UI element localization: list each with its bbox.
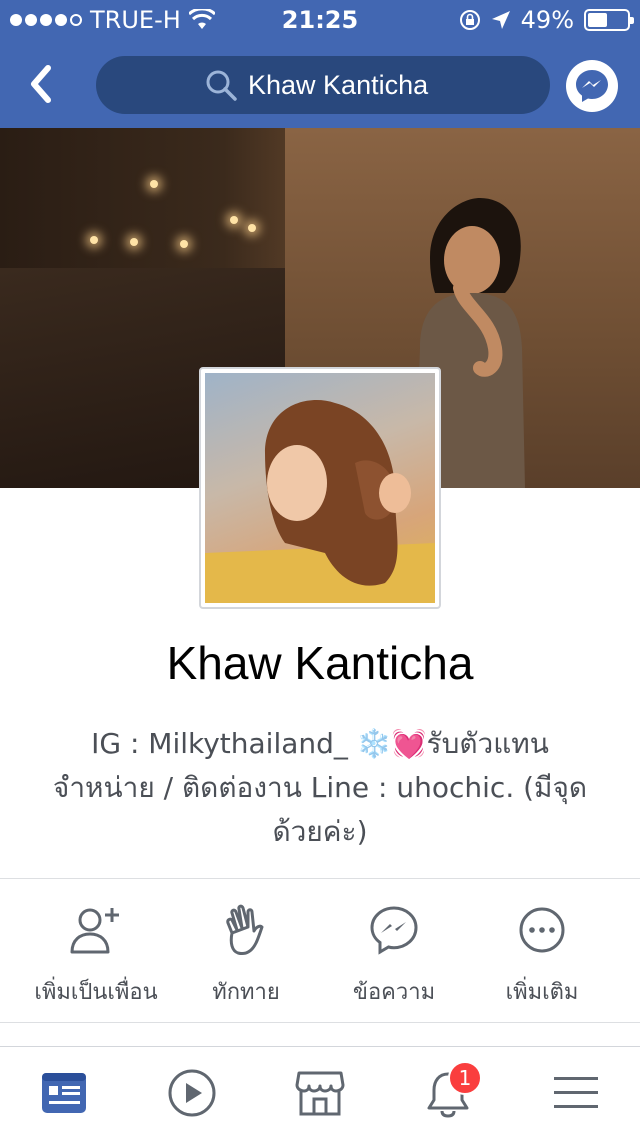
messenger-button[interactable] — [566, 60, 618, 112]
search-query: Khaw Kanticha — [248, 69, 429, 100]
profile-photo — [205, 373, 435, 603]
message-button[interactable]: ข้อความ — [314, 900, 474, 1010]
add-friend-icon — [70, 908, 119, 954]
cover-light — [90, 236, 98, 244]
location-icon — [491, 11, 510, 29]
messenger-icon — [576, 70, 608, 102]
profile-bio: IG : Milkythailand_ ❄️💓รับตัวแทน จำหน่าย… — [30, 722, 610, 854]
profile-picture[interactable] — [199, 367, 441, 609]
divider — [0, 1022, 640, 1023]
wave-label: ทักทาย — [212, 980, 280, 1005]
notification-badge: 1 — [448, 1061, 482, 1095]
search-bar[interactable]: Khaw Kanticha — [96, 56, 550, 114]
news-feed-icon — [42, 1073, 86, 1113]
marketplace-icon — [295, 1071, 345, 1116]
battery-icon — [584, 9, 634, 31]
menu-icon — [554, 1077, 598, 1108]
cover-light — [248, 224, 256, 232]
more-label: เพิ่มเติม — [505, 980, 579, 1005]
chevron-left-icon — [31, 65, 51, 103]
messenger-icon — [370, 906, 418, 955]
add-friend-button[interactable]: เพิ่มเป็นเพื่อน — [16, 900, 176, 1010]
bottom-tab-bar: 1 — [0, 1046, 640, 1136]
battery-percent: 49% — [520, 6, 574, 34]
status-bar: TRUE-H 21:25 49% — [0, 0, 640, 40]
tab-watch[interactable] — [162, 1065, 222, 1121]
add-friend-label: เพิ่มเป็นเพื่อน — [34, 980, 158, 1005]
profile-photo-art — [205, 400, 435, 603]
tab-marketplace[interactable] — [290, 1065, 350, 1121]
tab-menu[interactable] — [546, 1065, 606, 1121]
bio-line: จำหน่าย / ติดต่องาน Line : uhochic. (มีจ… — [52, 771, 588, 804]
wave-button[interactable]: ทักทาย — [166, 900, 326, 1010]
message-label: ข้อความ — [352, 980, 436, 1005]
cover-light — [130, 238, 138, 246]
more-icon — [519, 907, 565, 953]
cover-light — [150, 180, 158, 188]
bio-line: IG : Milkythailand_ ❄️💓รับตัวแทน — [91, 727, 549, 760]
tab-news-feed[interactable] — [34, 1065, 94, 1121]
back-button[interactable] — [22, 60, 62, 108]
status-right: 49% — [459, 6, 634, 34]
bio-line: ด้วยค่ะ) — [272, 815, 368, 848]
cover-light — [180, 240, 188, 248]
tab-notifications[interactable]: 1 — [418, 1061, 482, 1121]
top-bar: TRUE-H 21:25 49% Khaw Kanticha — [0, 0, 640, 128]
profile-actions: เพิ่มเป็นเพื่อน ทักทาย ข้อความ เพิ่มเติม — [0, 900, 640, 1010]
divider — [0, 878, 640, 879]
profile-name: Khaw Kanticha — [166, 637, 474, 689]
watch-icon — [168, 1069, 216, 1117]
search-icon — [206, 70, 237, 101]
rotation-lock-icon — [459, 10, 480, 30]
more-button[interactable]: เพิ่มเติม — [462, 900, 622, 1010]
wave-icon — [226, 904, 264, 955]
cover-light — [230, 216, 238, 224]
